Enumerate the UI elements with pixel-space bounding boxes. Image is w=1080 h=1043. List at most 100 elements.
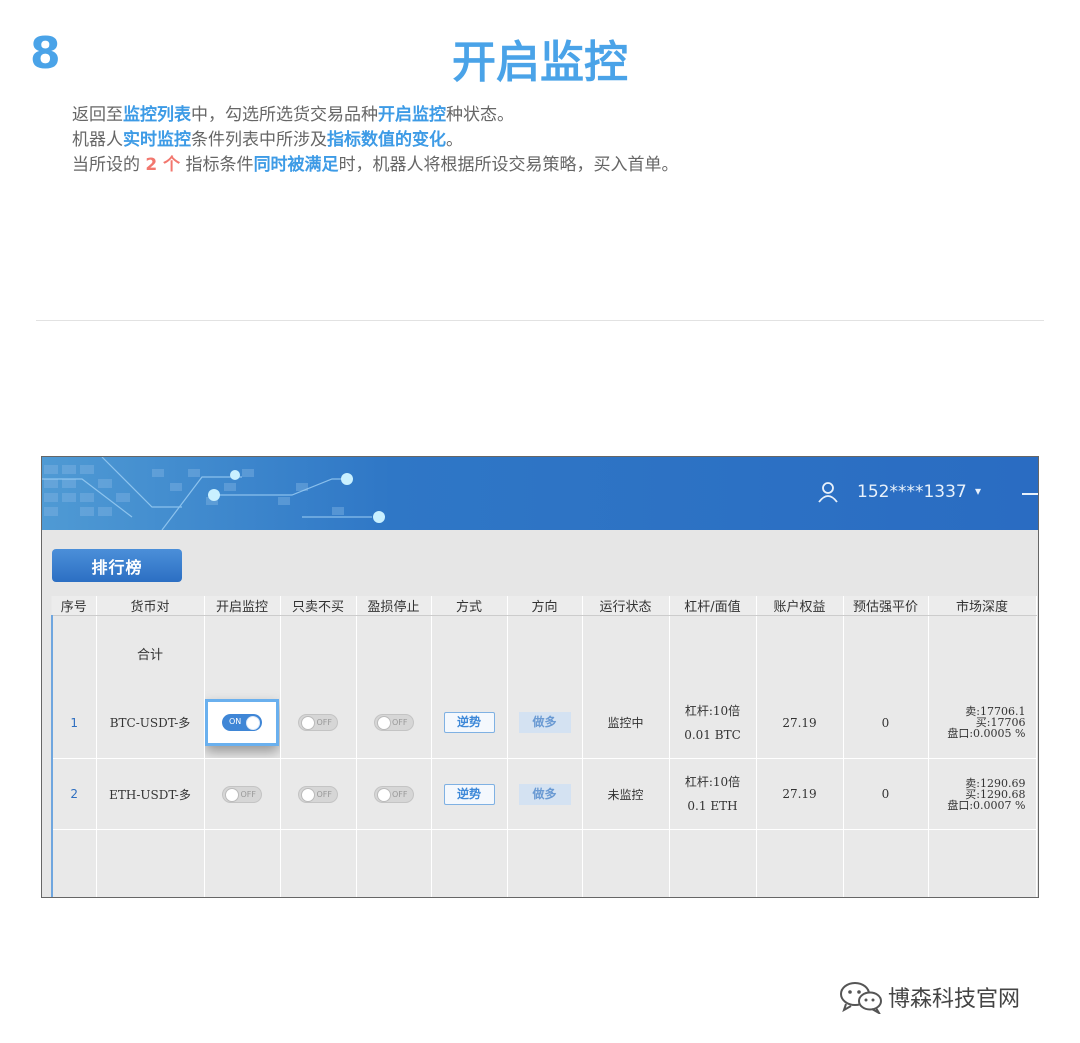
total-row: 合计 [51,615,1037,688]
highlight: 指标数值的变化 [327,130,446,150]
leverage-cell: 杠杆:10倍 0.01 BTC [669,687,757,759]
toggle-knob [376,716,391,731]
table-header: 序号 货币对 开启监控 只卖不买 盈损停止 方式 方向 运行状态 杠杆/面值 账… [52,596,1037,616]
chevron-down-icon[interactable]: ▾ [975,484,981,498]
currency-pair: BTC-USDT-多 [96,687,205,759]
column-header: 运行状态 [582,596,670,616]
page-title: 开启监控 [452,37,628,88]
stop-loss-toggle[interactable]: OFF [373,785,414,803]
column-header: 市场深度 [928,596,1037,616]
stop-loss-toggle[interactable]: OFF [373,714,414,732]
leverage-cell: 杠杆:10倍 0.1 ETH [669,758,757,830]
cell [356,829,432,897]
minimize-icon[interactable] [1022,493,1038,495]
text: 条件列表中所涉及 [191,130,327,150]
text: 指标条件 [180,155,254,175]
cell [582,615,670,688]
run-status: 未监控 [582,758,670,830]
text: 当所设的 [72,155,146,175]
column-header: 杠杆/面值 [669,596,757,616]
highlight: 监控列表 [123,105,191,125]
account-equity: 27.19 [756,758,844,830]
direction-cell: 做多 [507,758,583,830]
text: 机器人 [72,130,123,150]
cell [51,615,97,688]
sell-only-toggle[interactable]: OFF [298,714,338,732]
row-index: 2 [51,758,97,830]
text: 返回至 [72,105,123,125]
cell [928,615,1037,688]
mode-button[interactable]: 逆势 [443,783,495,805]
leverage: 杠杆:10倍 [684,775,741,789]
condition-count: 2 个 [145,155,181,175]
cell [756,615,844,688]
stop-loss-cell: OFF [356,758,432,830]
cell [356,615,432,688]
cell [507,829,583,897]
leverage: 杠杆:10倍 [684,703,741,718]
text: 中，勾选所选货交易品种 [191,105,378,125]
toggle-knob [301,787,315,802]
description: 返回至监控列表中，勾选所选货交易品种开启监控种状态。 机器人实时监控条件列表中所… [72,103,679,178]
cell [280,615,357,688]
description-line-1: 返回至监控列表中，勾选所选货交易品种开启监控种状态。 [72,103,679,128]
market-depth: 卖:1290.69 买:1290.68 盘口:0.0007 % [928,758,1037,830]
cell [280,829,357,897]
direction-button[interactable]: 做多 [518,712,571,734]
liquidation-price: 0 [843,687,929,759]
ranking-button[interactable]: 排行榜 [52,549,182,582]
sell-only-toggle[interactable]: OFF [298,785,338,803]
cell [96,829,205,897]
market-depth: 卖:17706.1 买:17706 盘口:0.0005 % [928,687,1037,759]
monitor-cell: OFF [204,758,281,830]
row-index: 1 [51,687,97,759]
face-value: 0.01 BTC [684,727,741,742]
column-header: 开启监控 [204,596,281,616]
sell-only-cell: OFF [280,758,357,830]
text: 种状态。 [446,105,514,125]
toggle-label: ON [229,717,242,727]
highlight: 实时监控 [123,130,191,150]
table-row: 2 ETH-USDT-多 OFF OFF OFF 逆势 做多 未监控 杠杆:10… [51,758,1037,830]
text: 。 [446,130,463,150]
depth-sell: 卖:1290.69 [965,776,1026,790]
user-phone[interactable]: 152****1337 [857,482,967,502]
highlight: 同时被满足 [253,155,339,175]
depth-spread: 盘口:0.0005 % [947,727,1026,741]
account-equity: 27.19 [756,687,844,759]
toggle-knob [225,787,239,802]
mode-button[interactable]: 逆势 [443,712,495,734]
column-header: 方向 [507,596,583,616]
table-row: 1 BTC-USDT-多 ON OFF OFF 逆势 做多 监控中 杠杆:10倍… [51,687,1037,759]
monitor-toggle[interactable]: OFF [222,785,262,803]
liquidation-price: 0 [843,758,929,830]
cell [431,615,508,688]
column-header: 预估强平价 [843,596,929,616]
depth-spread: 盘口:0.0007 % [947,798,1026,812]
direction-button[interactable]: 做多 [518,783,571,805]
toggle-knob [246,715,260,730]
divider [36,320,1044,321]
cell [669,615,757,688]
footer-brand: 博森科技官网 [838,980,1020,1014]
column-header: 方式 [431,596,508,616]
toggle-knob [376,787,391,802]
highlight: 开启监控 [378,105,446,125]
direction-cell: 做多 [507,687,583,759]
cell [928,829,1037,897]
cell [843,615,929,688]
monitor-table: 序号 货币对 开启监控 只卖不买 盈损停止 方式 方向 运行状态 杠杆/面值 账… [51,596,1037,897]
user-icon[interactable] [817,481,839,503]
toggle-label: OFF [392,789,408,799]
circuit-decoration-icon [42,457,385,530]
description-line-3: 当所设的 2 个 指标条件同时被满足时，机器人将根据所设交易策略，买入首单。 [72,153,679,178]
total-label: 合计 [96,615,205,688]
empty-row [51,829,1037,897]
cell [669,829,757,897]
cell [51,829,97,897]
monitor-cell: ON [204,687,281,759]
run-status: 监控中 [582,687,670,759]
cell [204,829,281,897]
cell [582,829,670,897]
monitor-toggle[interactable]: ON [222,714,262,732]
